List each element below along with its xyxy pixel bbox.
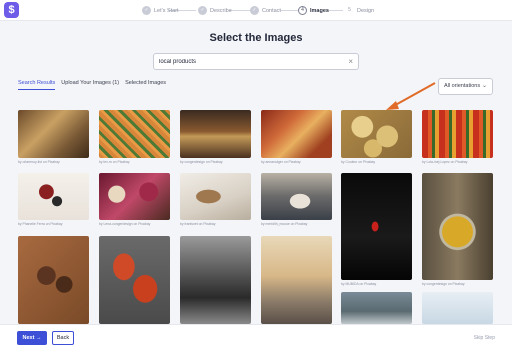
step-number: 5: [345, 6, 354, 15]
photo-market-bw[interactable]: [180, 236, 251, 324]
top-bar: $ ✓ Let's Start ✓ Describe ✓ Contact 4 I…: [0, 0, 512, 21]
photo-lipstick[interactable]: [341, 173, 412, 280]
step-describe: ✓ Describe: [198, 5, 232, 16]
step-lets-start: ✓ Let's Start: [142, 5, 179, 16]
step-connector: [280, 10, 298, 11]
photo-credit: by congerdesign on Pixabay: [180, 160, 223, 164]
photo-shop-counter[interactable]: [180, 110, 251, 158]
photo-credit: by Lola-inej-Lopez on Pixabay: [422, 160, 468, 164]
photo-credit: by Lena-congerdesign on Pixabay: [99, 222, 151, 226]
photo-bread[interactable]: [180, 173, 251, 220]
photo-flowers-vase[interactable]: [18, 173, 89, 220]
photo-potatoes[interactable]: [341, 110, 412, 158]
step-connector: [230, 10, 252, 11]
photo-credit: by meridith_mouse on Pixabay: [261, 222, 308, 226]
photo-truffles[interactable]: [18, 236, 89, 324]
step-check-icon: ✓: [198, 6, 207, 15]
step-connector: [327, 10, 343, 11]
step-images: 4 Images: [298, 5, 329, 16]
photo-carrots[interactable]: [99, 110, 170, 158]
photo-plums[interactable]: [99, 173, 170, 220]
back-button[interactable]: Back: [52, 331, 74, 345]
photo-credit: by Couleur on Pixabay: [341, 160, 376, 164]
step-contact: ✓ Contact: [250, 5, 281, 16]
chevron-down-icon: ⌄: [481, 83, 487, 89]
photo-credit: by Phanelie Ferra on Pixabay: [18, 222, 63, 226]
orientation-select[interactable]: All orientations ⌄: [438, 78, 493, 95]
orientation-value: All orientations: [444, 83, 481, 89]
step-check-icon: ✓: [142, 6, 151, 15]
photo-mustard-seeds[interactable]: [422, 173, 493, 280]
photo-credit: by orlarenuy-list on Pixabay: [18, 160, 60, 164]
photo-sky[interactable]: [422, 292, 493, 324]
photo-credit: by annarodger on Pixabay: [261, 160, 301, 164]
next-button[interactable]: Next →: [17, 331, 47, 345]
photo-produce-stall[interactable]: [261, 110, 332, 158]
app-logo[interactable]: $: [4, 2, 19, 18]
clear-icon[interactable]: ×: [348, 56, 353, 67]
photo-poppies[interactable]: [99, 236, 170, 324]
tab-selected-images[interactable]: Selected Images: [125, 80, 166, 90]
photo-building[interactable]: [341, 292, 412, 324]
skip-step-link[interactable]: Skip Step: [474, 335, 495, 341]
search-box: ×: [153, 53, 359, 70]
photo-vendor[interactable]: [261, 173, 332, 220]
photo-market-spices[interactable]: [18, 110, 89, 158]
footer-bar: Next → Back Skip Step: [0, 324, 512, 348]
tab-search-results[interactable]: Search Results: [18, 80, 56, 90]
photo-street-market[interactable]: [261, 236, 332, 324]
photo-credit: by lev-m on Pixabay: [99, 160, 130, 164]
step-number: 4: [298, 6, 307, 15]
annotation-arrow-icon: [386, 82, 436, 110]
photo-credit: by MUBIDA on Pixabay: [341, 282, 377, 286]
step-check-icon: ✓: [250, 6, 259, 15]
results-tabs: Search Results Upload Your Images (1) Se…: [18, 80, 172, 90]
step-design: 5 Design: [345, 5, 374, 16]
page-title: Select the Images: [209, 32, 303, 44]
photo-credit: by frantsnet on Pixabay: [180, 222, 216, 226]
tab-upload-images[interactable]: Upload Your Images (1): [61, 80, 119, 90]
search-input[interactable]: [159, 56, 339, 67]
photo-vegetable-stand[interactable]: [422, 110, 493, 158]
photo-credit: by congerdesign on Pixabay: [422, 282, 465, 286]
